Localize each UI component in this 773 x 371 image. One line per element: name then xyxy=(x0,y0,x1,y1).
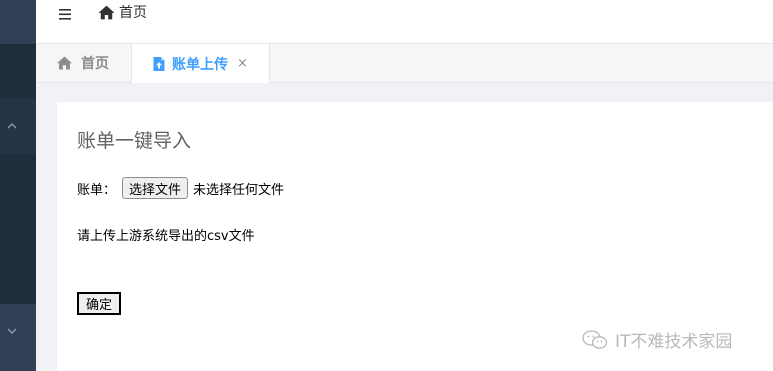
wechat-icon xyxy=(582,329,608,349)
sidebar-section[interactable] xyxy=(0,44,36,98)
watermark-text: IT不难技术家园 xyxy=(615,332,733,352)
submit-button[interactable]: 确定 xyxy=(77,292,122,315)
chevron-down-icon xyxy=(7,328,17,334)
hamburger-menu-icon[interactable] xyxy=(58,6,72,22)
sidebar-section xyxy=(0,154,36,304)
top-header: 首页 xyxy=(36,0,773,44)
file-upload-icon xyxy=(153,56,165,71)
sidebar xyxy=(0,0,36,371)
tab-close-icon[interactable]: × xyxy=(237,56,248,71)
tab-bar: 首页 账单上传 × xyxy=(36,44,773,83)
file-field-label: 账单： xyxy=(77,182,117,198)
tab-home-label: 首页 xyxy=(81,56,109,72)
sidebar-section[interactable] xyxy=(0,0,36,44)
file-field-row: 账单： 选择文件 未选择任何文件 xyxy=(77,177,284,199)
sidebar-menu-group[interactable] xyxy=(0,98,36,154)
choose-file-button[interactable]: 选择文件 xyxy=(122,177,189,199)
upload-hint: 请上传上游系统导出的csv文件 xyxy=(77,229,255,244)
tab-home[interactable]: 首页 xyxy=(56,44,109,82)
file-status-text: 未选择任何文件 xyxy=(193,182,285,198)
card-title: 账单一键导入 xyxy=(77,130,192,152)
breadcrumb[interactable]: 首页 xyxy=(98,2,147,22)
breadcrumb-home-label: 首页 xyxy=(119,5,147,21)
home-icon xyxy=(57,56,72,70)
home-icon xyxy=(98,5,115,19)
tab-bill-upload-label: 账单上传 xyxy=(172,56,228,73)
tab-bill-upload[interactable]: 账单上传 × xyxy=(131,44,270,83)
watermark: IT不难技术家园 xyxy=(581,327,732,352)
chevron-up-icon xyxy=(7,123,17,129)
sidebar-menu-group[interactable] xyxy=(0,304,36,371)
